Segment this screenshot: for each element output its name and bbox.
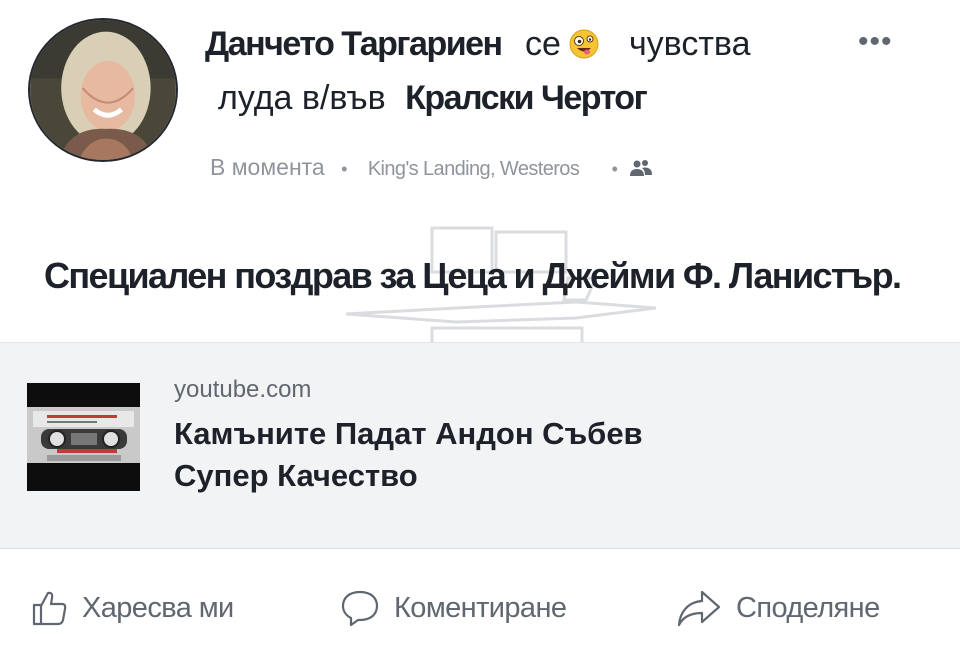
meta-separator-2: • bbox=[611, 159, 618, 179]
cassette-tape-image bbox=[27, 383, 140, 491]
like-label: Харесва ми bbox=[82, 591, 234, 624]
post-text: Специален поздрав за Цеца и Джейми Ф. Ла… bbox=[44, 255, 902, 296]
share-label: Споделяне bbox=[736, 591, 880, 624]
link-preview[interactable]: youtube.com Камъните Падат Андон Събев С… bbox=[0, 342, 960, 549]
author-name[interactable]: Данчето Таргариен bbox=[205, 25, 503, 63]
avatar-image bbox=[30, 20, 176, 160]
link-title-line-1: Камъните Падат Андон Събев bbox=[174, 416, 643, 451]
avatar[interactable] bbox=[28, 18, 178, 162]
feeling-verb: чувства bbox=[628, 25, 751, 63]
share-button[interactable]: Споделяне bbox=[676, 586, 880, 630]
comment-label: Коментиране bbox=[394, 591, 567, 624]
comment-bubble-icon bbox=[341, 590, 379, 627]
link-domain: youtube.com bbox=[174, 376, 312, 403]
crazy-face-emoji-icon bbox=[569, 29, 599, 59]
action-bar: Харесва ми Коментиране Споделяне bbox=[0, 548, 960, 661]
link-title-line-2: Супер Качество bbox=[174, 458, 418, 493]
post-header-line-2: луда в/във Кралски Чертог bbox=[218, 78, 648, 118]
place-link[interactable]: Кралски Чертог bbox=[405, 79, 648, 117]
post-header-line-1: Данчето Таргариен се чувства bbox=[205, 24, 751, 64]
timestamp[interactable]: В момента bbox=[210, 154, 325, 180]
link-title[interactable]: Камъните Падат Андон Събев Супер Качеств… bbox=[174, 413, 874, 497]
friends-icon[interactable] bbox=[630, 159, 653, 177]
share-arrow-icon bbox=[677, 590, 721, 627]
post-meta: В момента • King's Landing, Westeros • bbox=[210, 152, 653, 184]
like-button[interactable]: Харесва ми bbox=[30, 586, 234, 630]
feeling-detail: луда в/във bbox=[218, 79, 386, 117]
thumbs-up-icon bbox=[32, 591, 67, 626]
link-thumbnail[interactable] bbox=[27, 383, 140, 491]
activity-prefix: се bbox=[525, 25, 561, 63]
meta-separator: • bbox=[341, 159, 348, 179]
comment-button[interactable]: Коментиране bbox=[340, 586, 567, 630]
location-link[interactable]: King's Landing, Westeros bbox=[368, 158, 580, 180]
more-options-icon[interactable]: ••• bbox=[858, 27, 893, 57]
